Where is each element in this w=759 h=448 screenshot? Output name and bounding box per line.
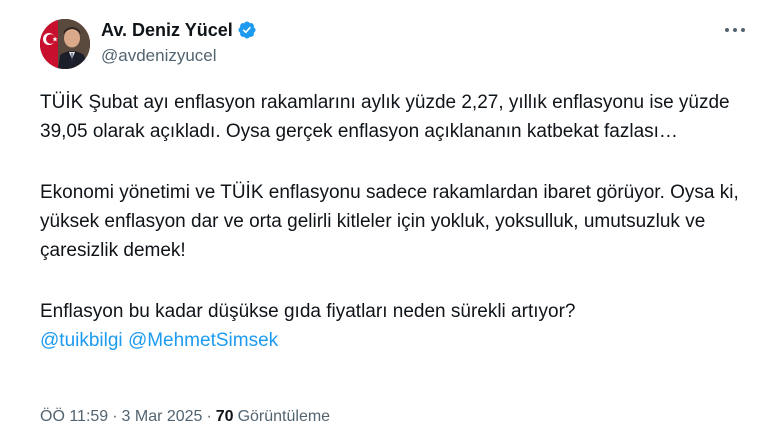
tweet-text: TÜİK Şubat ayı enflasyon rakamlarını ayl… xyxy=(40,88,740,355)
verified-badge-icon xyxy=(237,20,257,40)
author-name[interactable]: Av. Deniz Yücel xyxy=(101,20,233,41)
tweet-paragraph-2: Ekonomi yönetimi ve TÜİK enflasyonu sade… xyxy=(40,182,739,261)
avatar[interactable] xyxy=(40,19,90,69)
meta-separator: · xyxy=(112,408,118,425)
more-horizontal-icon[interactable] xyxy=(722,20,748,40)
views-label: Görüntüleme xyxy=(237,408,331,425)
author-name-row: Av. Deniz Yücel xyxy=(101,18,257,42)
avatar-image xyxy=(40,19,90,69)
meta-separator: · xyxy=(206,408,212,425)
tweet-meta: ÖÖ 11:59 · 3 Mar 2025 · 70 Görüntüleme xyxy=(40,408,330,426)
tweet: Av. Deniz Yücel @avdenizyucel TÜİK Şubat… xyxy=(0,0,759,448)
tweet-date[interactable]: 3 Mar 2025 xyxy=(122,408,203,426)
tweet-paragraph-3: Enflasyon bu kadar düşükse gıda fiyatlar… xyxy=(40,297,740,355)
tweet-paragraph-3-text: Enflasyon bu kadar düşükse gıda fiyatlar… xyxy=(40,301,576,322)
tweet-paragraph-1: TÜİK Şubat ayı enflasyon rakamlarını ayl… xyxy=(40,92,730,142)
tweet-time[interactable]: ÖÖ 11:59 xyxy=(40,408,108,426)
author-handle[interactable]: @avdenizyucel xyxy=(101,46,217,66)
views-count: 70 xyxy=(215,408,234,425)
mention-link[interactable]: @tuikbilgi xyxy=(40,330,123,351)
mention-link[interactable]: @MehmetSimsek xyxy=(128,330,278,351)
